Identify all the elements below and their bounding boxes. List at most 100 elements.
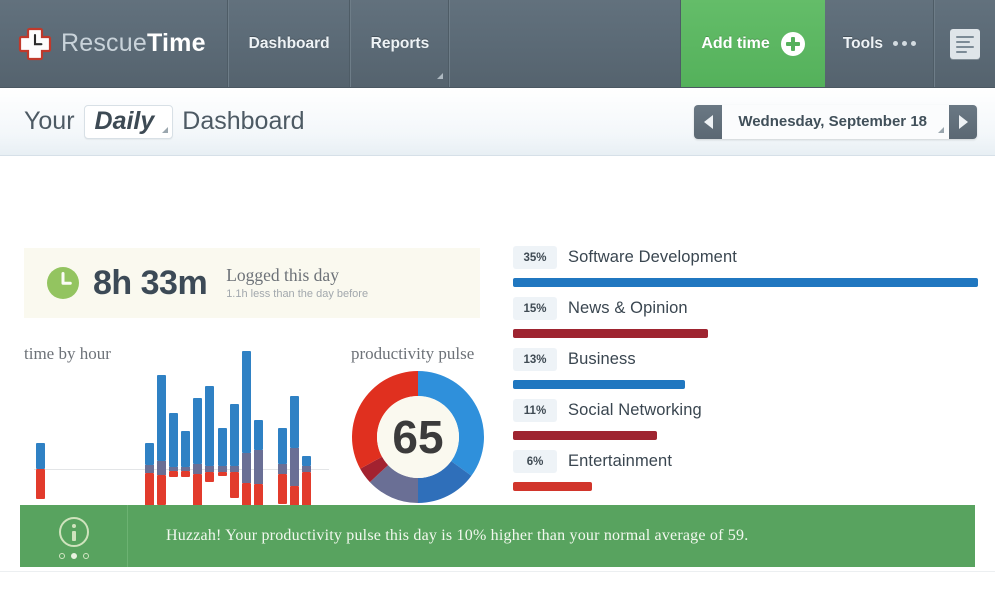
- category-row[interactable]: 15% News & Opinion: [513, 295, 978, 338]
- banner-pager[interactable]: [58, 553, 89, 559]
- rescuetime-cross-clock-icon: [18, 27, 52, 61]
- category-name: News & Opinion: [568, 299, 688, 317]
- category-percent: 35%: [513, 246, 557, 269]
- range-selector-label: Daily: [94, 106, 155, 135]
- category-bar: [513, 431, 657, 440]
- productivity-pulse-donut[interactable]: 65: [349, 368, 487, 506]
- hour-bar[interactable]: [302, 368, 312, 526]
- category-bar: [513, 380, 685, 389]
- clock-icon: [46, 266, 80, 300]
- hour-bar-productive: [302, 455, 312, 466]
- tools-menu-button[interactable]: Tools: [825, 0, 935, 87]
- category-row[interactable]: 13% Business: [513, 346, 978, 389]
- add-time-label: Add time: [701, 34, 770, 52]
- caret-down-icon: [162, 126, 169, 133]
- productivity-pulse-title: productivity pulse: [351, 344, 475, 363]
- dashboard-content: 8h 33m Logged this day 1.1h less than th…: [0, 156, 995, 593]
- hour-bar[interactable]: [181, 368, 191, 518]
- summary-subline: 1.1h less than the day before: [226, 287, 369, 300]
- date-picker[interactable]: Wednesday, September 18: [722, 104, 949, 139]
- previous-day-button[interactable]: [694, 104, 723, 139]
- category-header: 35% Software Development: [513, 244, 978, 271]
- category-list: 35% Software Development 15% News & Opinion…: [513, 244, 978, 499]
- caret-down-icon: [437, 73, 444, 79]
- category-bar: [513, 329, 708, 338]
- pager-dot[interactable]: [82, 553, 89, 559]
- category-percent: 15%: [513, 297, 557, 320]
- chevron-right-icon: [958, 114, 968, 129]
- category-header: 13% Business: [513, 346, 978, 373]
- category-header: 11% Social Networking: [513, 397, 978, 424]
- hour-bar-neutral: [253, 450, 263, 485]
- hour-bar-neutral: [205, 465, 215, 472]
- nav-item-dashboard[interactable]: Dashboard: [229, 0, 351, 87]
- page-title: Your Daily Dashboard: [24, 104, 305, 139]
- hour-bar-neutral: [290, 448, 300, 487]
- tools-label: Tools: [842, 34, 883, 52]
- time-by-hour-chart[interactable]: [24, 350, 329, 543]
- hour-bar-neutral: [217, 465, 227, 472]
- category-name: Entertainment: [568, 452, 673, 470]
- document-lines-icon: [950, 28, 980, 59]
- hour-bar[interactable]: [169, 368, 179, 518]
- hour-bar-distracting: [205, 471, 215, 482]
- hour-bar-productive: [169, 412, 179, 467]
- hour-bar[interactable]: [278, 368, 287, 518]
- summary-headline: Logged this day: [226, 265, 339, 286]
- hour-bar[interactable]: [217, 368, 227, 518]
- nav-item-dashboard-label: Dashboard: [248, 34, 330, 52]
- nav-right-group: Add time Tools: [680, 0, 995, 87]
- hour-bar-distracting: [229, 471, 239, 498]
- category-header: 15% News & Opinion: [513, 295, 978, 322]
- hour-bar-productive: [181, 430, 191, 467]
- date-navigator: Wednesday, September 18: [694, 104, 977, 139]
- category-header: 6% Entertainment: [513, 448, 978, 475]
- pager-dot[interactable]: [58, 553, 65, 559]
- page-title-suffix: Dashboard: [182, 107, 305, 135]
- category-name: Business: [568, 350, 636, 368]
- next-day-button[interactable]: [949, 104, 977, 139]
- range-selector[interactable]: Daily: [83, 104, 174, 139]
- pager-dot[interactable]: [70, 553, 77, 559]
- banner-icon-area: [20, 505, 128, 567]
- category-bar: [513, 278, 978, 287]
- brand-name-prefix: Rescue: [61, 29, 147, 57]
- document-button[interactable]: [935, 0, 995, 87]
- category-name: Social Networking: [568, 401, 702, 419]
- hour-bar-productive: [205, 385, 215, 466]
- plus-circle-icon: [780, 31, 805, 56]
- add-time-button[interactable]: Add time: [680, 0, 825, 87]
- category-row[interactable]: 11% Social Networking: [513, 397, 978, 440]
- page-title-bar: Your Daily Dashboard Wednesday, Septembe…: [0, 88, 995, 156]
- hour-bar[interactable]: [193, 368, 203, 518]
- bottom-strip: [0, 571, 995, 593]
- page-title-prefix: Your: [24, 107, 75, 135]
- brand-logo[interactable]: RescueTime: [0, 0, 229, 87]
- pulse-score: 65: [392, 411, 443, 463]
- category-row[interactable]: 6% Entertainment: [513, 448, 978, 491]
- hour-bar-productive: [144, 442, 154, 465]
- hour-bar-distracting: [217, 471, 227, 476]
- time-by-hour-title: time by hour: [24, 344, 111, 363]
- hour-bar[interactable]: [229, 368, 239, 518]
- nav-item-reports[interactable]: Reports: [351, 0, 451, 87]
- hour-bar-productive: [278, 427, 287, 464]
- hour-bar-distracting: [157, 475, 166, 506]
- date-picker-label: Wednesday, September 18: [738, 113, 927, 130]
- hour-bar[interactable]: [253, 368, 263, 525]
- hour-bar[interactable]: [241, 350, 251, 518]
- hour-bar-productive: [241, 350, 251, 453]
- info-circle-icon: [58, 517, 89, 547]
- hour-bar-productive: [217, 427, 227, 466]
- hour-bar-distracting: [169, 470, 179, 477]
- hour-bar[interactable]: [157, 368, 166, 518]
- hour-bar[interactable]: [290, 368, 300, 543]
- hour-bar[interactable]: [36, 368, 45, 518]
- top-navigation-bar: RescueTime Dashboard Reports Add time To…: [0, 0, 995, 88]
- category-percent: 6%: [513, 450, 557, 473]
- hour-bar[interactable]: [205, 368, 215, 518]
- hour-bar-productive: [36, 443, 45, 469]
- hour-bar[interactable]: [144, 368, 154, 525]
- category-row[interactable]: 35% Software Development: [513, 244, 978, 287]
- nav-item-reports-label: Reports: [370, 34, 430, 52]
